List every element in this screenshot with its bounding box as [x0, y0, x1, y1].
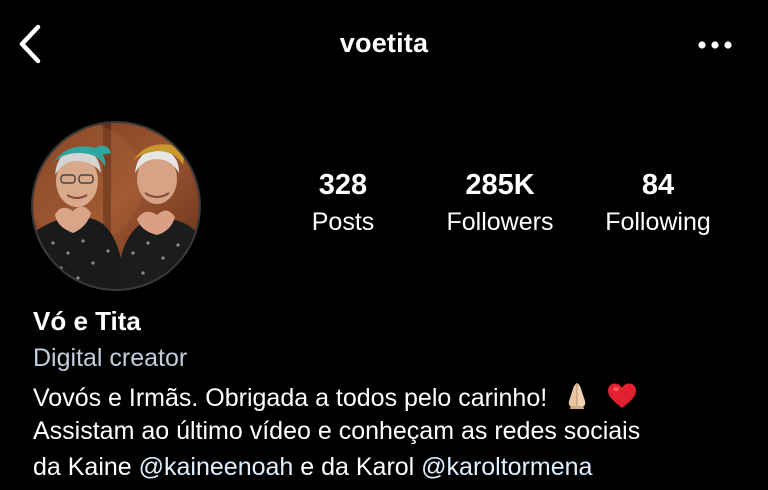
- avatar[interactable]: [31, 121, 201, 291]
- posts-label: Posts: [311, 208, 375, 236]
- posts-count: 328: [318, 169, 368, 201]
- bio-text-1: Vovós e Irmãs. Obrigada a todos pelo car…: [33, 384, 548, 412]
- stat-following[interactable]: 84 Following: [594, 168, 722, 240]
- bio-line-2: Assistam ao último vídeo e conheçam as r…: [33, 417, 641, 445]
- bio-text-3-middle: e da Karol: [293, 453, 422, 481]
- stat-followers[interactable]: 285K Followers: [430, 168, 570, 240]
- folded-hands-emoji: [562, 380, 592, 417]
- mention-link-kaineenoah[interactable]: @kaineenoah: [139, 453, 294, 481]
- profile-screen: voetita 328 Posts 285K Followers 84 Foll…: [0, 0, 768, 490]
- bio-line-1: Vovós e Irmãs. Obrigada a todos pelo car…: [33, 380, 637, 417]
- more-horizontal-icon: [698, 41, 732, 49]
- red-heart-emoji: [607, 382, 637, 417]
- profile-category: Digital creator: [33, 344, 188, 372]
- stat-posts[interactable]: 328 Posts: [292, 168, 394, 240]
- following-label: Following: [605, 208, 711, 236]
- display-name: Vó e Tita: [33, 306, 141, 336]
- mention-link-karoltormena[interactable]: @karoltormena: [421, 453, 592, 481]
- avatar-photo: [33, 123, 199, 289]
- bio-text-3-prefix: da Kaine: [33, 453, 139, 481]
- following-count: 84: [641, 169, 675, 201]
- followers-count: 285K: [465, 169, 535, 201]
- followers-label: Followers: [446, 208, 554, 236]
- top-bar: voetita: [0, 0, 768, 90]
- bio-line-3: da Kaine @kaineenoah e da Karol @karolto…: [33, 453, 592, 482]
- profile-username: voetita: [339, 28, 429, 58]
- more-options-button[interactable]: [692, 30, 738, 60]
